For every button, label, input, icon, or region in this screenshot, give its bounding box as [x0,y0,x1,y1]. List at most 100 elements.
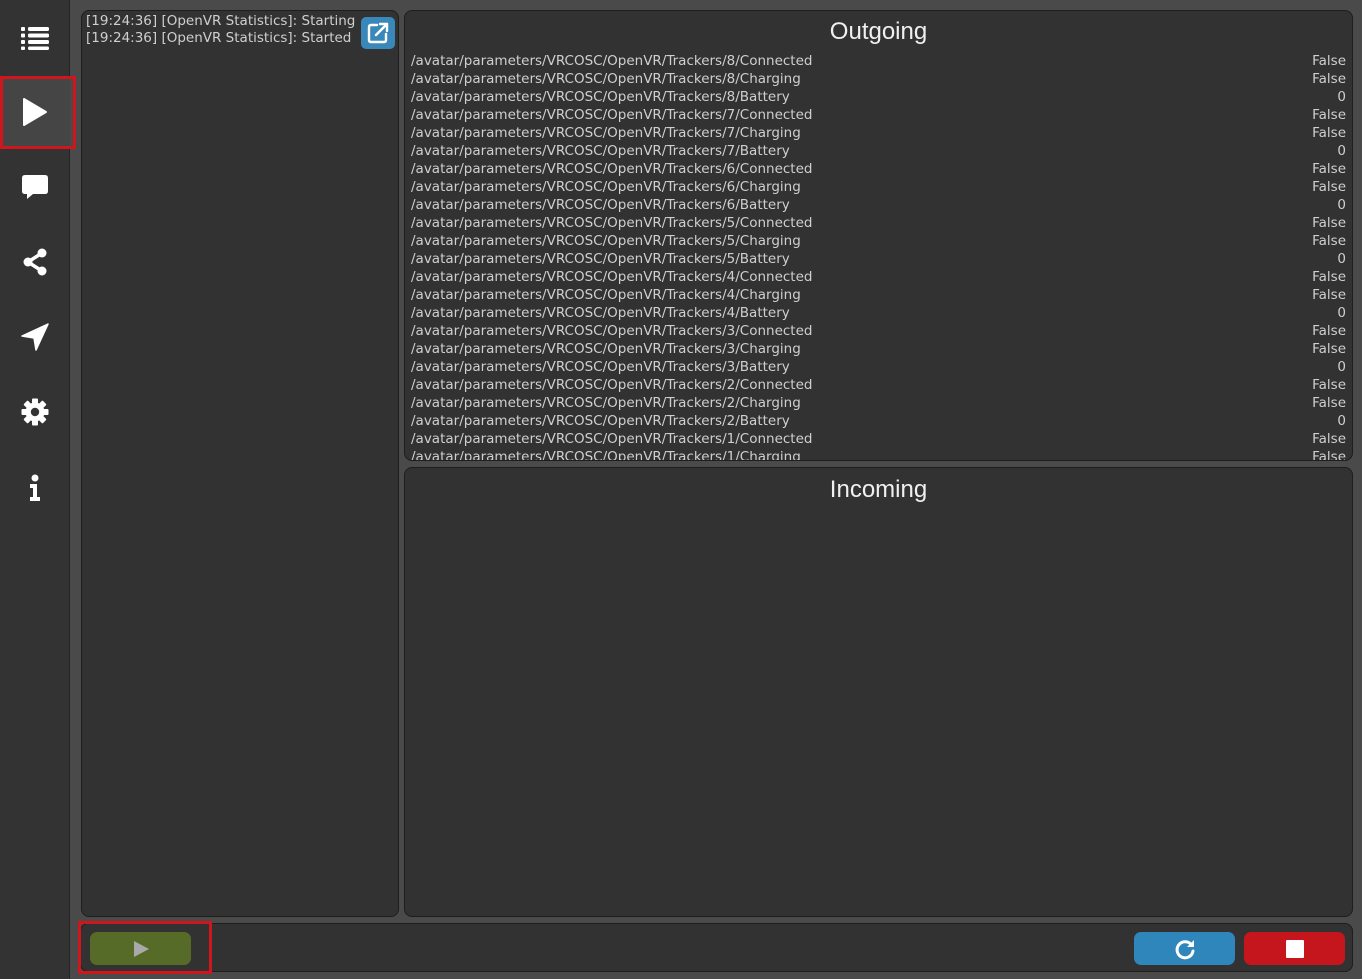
parameter-address: /avatar/parameters/VRCOSC/OpenVR/Tracker… [411,143,790,159]
log-lines: [19:24:36] [OpenVR Statistics]: Starting… [86,13,355,47]
parameter-value: False [1312,377,1346,393]
parameter-value: False [1312,107,1346,123]
parameter-value: False [1312,233,1346,249]
parameter-value: 0 [1337,413,1346,429]
parameter-value: False [1312,53,1346,69]
sidebar [0,0,70,979]
parameter-row: /avatar/parameters/VRCOSC/OpenVR/Tracker… [411,142,1346,160]
parameter-row: /avatar/parameters/VRCOSC/OpenVR/Tracker… [411,250,1346,268]
parameter-address: /avatar/parameters/VRCOSC/OpenVR/Tracker… [411,341,801,357]
parameter-address: /avatar/parameters/VRCOSC/OpenVR/Tracker… [411,413,790,429]
parameter-value: False [1312,395,1346,411]
parameter-value: False [1312,179,1346,195]
parameter-value: False [1312,269,1346,285]
parameter-address: /avatar/parameters/VRCOSC/OpenVR/Tracker… [411,215,813,231]
parameter-address: /avatar/parameters/VRCOSC/OpenVR/Tracker… [411,269,813,285]
parameter-address: /avatar/parameters/VRCOSC/OpenVR/Tracker… [411,431,813,447]
parameter-address: /avatar/parameters/VRCOSC/OpenVR/Tracker… [411,287,801,303]
parameter-row: /avatar/parameters/VRCOSC/OpenVR/Tracker… [411,70,1346,88]
external-link-icon [367,22,389,44]
parameter-row: /avatar/parameters/VRCOSC/OpenVR/Tracker… [411,322,1346,340]
parameter-row: /avatar/parameters/VRCOSC/OpenVR/Tracker… [411,52,1346,70]
parameter-row: /avatar/parameters/VRCOSC/OpenVR/Tracker… [411,196,1346,214]
parameter-address: /avatar/parameters/VRCOSC/OpenVR/Tracker… [411,395,801,411]
control-bar [80,923,1353,972]
parameter-row: /avatar/parameters/VRCOSC/OpenVR/Tracker… [411,376,1346,394]
play-icon [133,940,149,957]
parameter-value: False [1312,323,1346,339]
sidebar-item-router[interactable] [0,302,70,372]
parameter-row: /avatar/parameters/VRCOSC/OpenVR/Tracker… [411,160,1346,178]
popout-log-button[interactable] [361,17,395,49]
play-icon [23,98,47,126]
parameter-address: /avatar/parameters/VRCOSC/OpenVR/Tracker… [411,377,813,393]
parameter-value: False [1312,215,1346,231]
parameter-value: 0 [1337,143,1346,159]
chat-bubble-icon [22,175,48,199]
parameter-row: /avatar/parameters/VRCOSC/OpenVR/Tracker… [411,448,1346,460]
parameter-address: /avatar/parameters/VRCOSC/OpenVR/Tracker… [411,107,813,123]
parameter-row: /avatar/parameters/VRCOSC/OpenVR/Tracker… [411,232,1346,250]
outgoing-list[interactable]: /avatar/parameters/VRCOSC/OpenVR/Tracker… [411,52,1346,460]
parameter-value: False [1312,287,1346,303]
sidebar-item-routing[interactable] [0,227,70,297]
parameter-row: /avatar/parameters/VRCOSC/OpenVR/Tracker… [411,124,1346,142]
parameter-address: /avatar/parameters/VRCOSC/OpenVR/Tracker… [411,179,801,195]
refresh-icon [1175,939,1194,959]
incoming-panel: Incoming [404,467,1353,917]
parameter-row: /avatar/parameters/VRCOSC/OpenVR/Tracker… [411,178,1346,196]
parameter-row: /avatar/parameters/VRCOSC/OpenVR/Tracker… [411,340,1346,358]
incoming-title: Incoming [829,476,928,503]
parameter-value: False [1312,341,1346,357]
parameter-row: /avatar/parameters/VRCOSC/OpenVR/Tracker… [411,106,1346,124]
parameter-row: /avatar/parameters/VRCOSC/OpenVR/Tracker… [411,412,1346,430]
outgoing-title: Outgoing [829,18,928,45]
gear-icon [21,398,49,426]
parameter-address: /avatar/parameters/VRCOSC/OpenVR/Tracker… [411,71,801,87]
parameter-value: 0 [1337,305,1346,321]
parameter-address: /avatar/parameters/VRCOSC/OpenVR/Tracker… [411,323,813,339]
info-icon [30,474,40,501]
list-icon [21,27,49,50]
parameter-address: /avatar/parameters/VRCOSC/OpenVR/Tracker… [411,449,801,460]
parameter-address: /avatar/parameters/VRCOSC/OpenVR/Tracker… [411,305,790,321]
parameter-value: 0 [1337,359,1346,375]
parameter-value: 0 [1337,251,1346,267]
parameter-value: False [1312,161,1346,177]
parameter-address: /avatar/parameters/VRCOSC/OpenVR/Tracker… [411,89,790,105]
sidebar-item-info[interactable] [0,453,70,523]
parameter-row: /avatar/parameters/VRCOSC/OpenVR/Tracker… [411,304,1346,322]
parameter-row: /avatar/parameters/VRCOSC/OpenVR/Tracker… [411,430,1346,448]
share-icon [23,248,47,276]
parameter-value: False [1312,449,1346,460]
location-arrow-icon [21,323,49,351]
start-button[interactable] [90,932,191,965]
parameter-row: /avatar/parameters/VRCOSC/OpenVR/Tracker… [411,214,1346,232]
parameter-row: /avatar/parameters/VRCOSC/OpenVR/Tracker… [411,268,1346,286]
parameter-row: /avatar/parameters/VRCOSC/OpenVR/Tracker… [411,286,1346,304]
sidebar-item-settings[interactable] [0,377,70,447]
sidebar-item-modules[interactable] [0,3,70,73]
log-line: [19:24:36] [OpenVR Statistics]: Started [86,30,352,46]
stop-button[interactable] [1244,932,1345,965]
parameter-value: False [1312,125,1346,141]
log-line: [19:24:36] [OpenVR Statistics]: Starting [86,13,356,29]
parameter-address: /avatar/parameters/VRCOSC/OpenVR/Tracker… [411,125,801,141]
parameter-value: 0 [1337,197,1346,213]
outgoing-panel: Outgoing /avatar/parameters/VRCOSC/OpenV… [404,10,1353,461]
sidebar-item-chatbox[interactable] [0,152,70,222]
parameter-address: /avatar/parameters/VRCOSC/OpenVR/Tracker… [411,359,790,375]
stop-icon [1285,939,1304,958]
sidebar-item-run[interactable] [0,77,70,147]
parameter-address: /avatar/parameters/VRCOSC/OpenVR/Tracker… [411,233,801,249]
parameter-address: /avatar/parameters/VRCOSC/OpenVR/Tracker… [411,251,790,267]
restart-button[interactable] [1134,932,1235,965]
parameter-value: False [1312,431,1346,447]
parameter-value: 0 [1337,89,1346,105]
parameter-address: /avatar/parameters/VRCOSC/OpenVR/Tracker… [411,161,813,177]
parameter-address: /avatar/parameters/VRCOSC/OpenVR/Tracker… [411,197,790,213]
log-panel: [19:24:36] [OpenVR Statistics]: Starting… [81,10,399,917]
parameter-row: /avatar/parameters/VRCOSC/OpenVR/Tracker… [411,358,1346,376]
parameter-value: False [1312,71,1346,87]
parameter-address: /avatar/parameters/VRCOSC/OpenVR/Tracker… [411,53,813,69]
